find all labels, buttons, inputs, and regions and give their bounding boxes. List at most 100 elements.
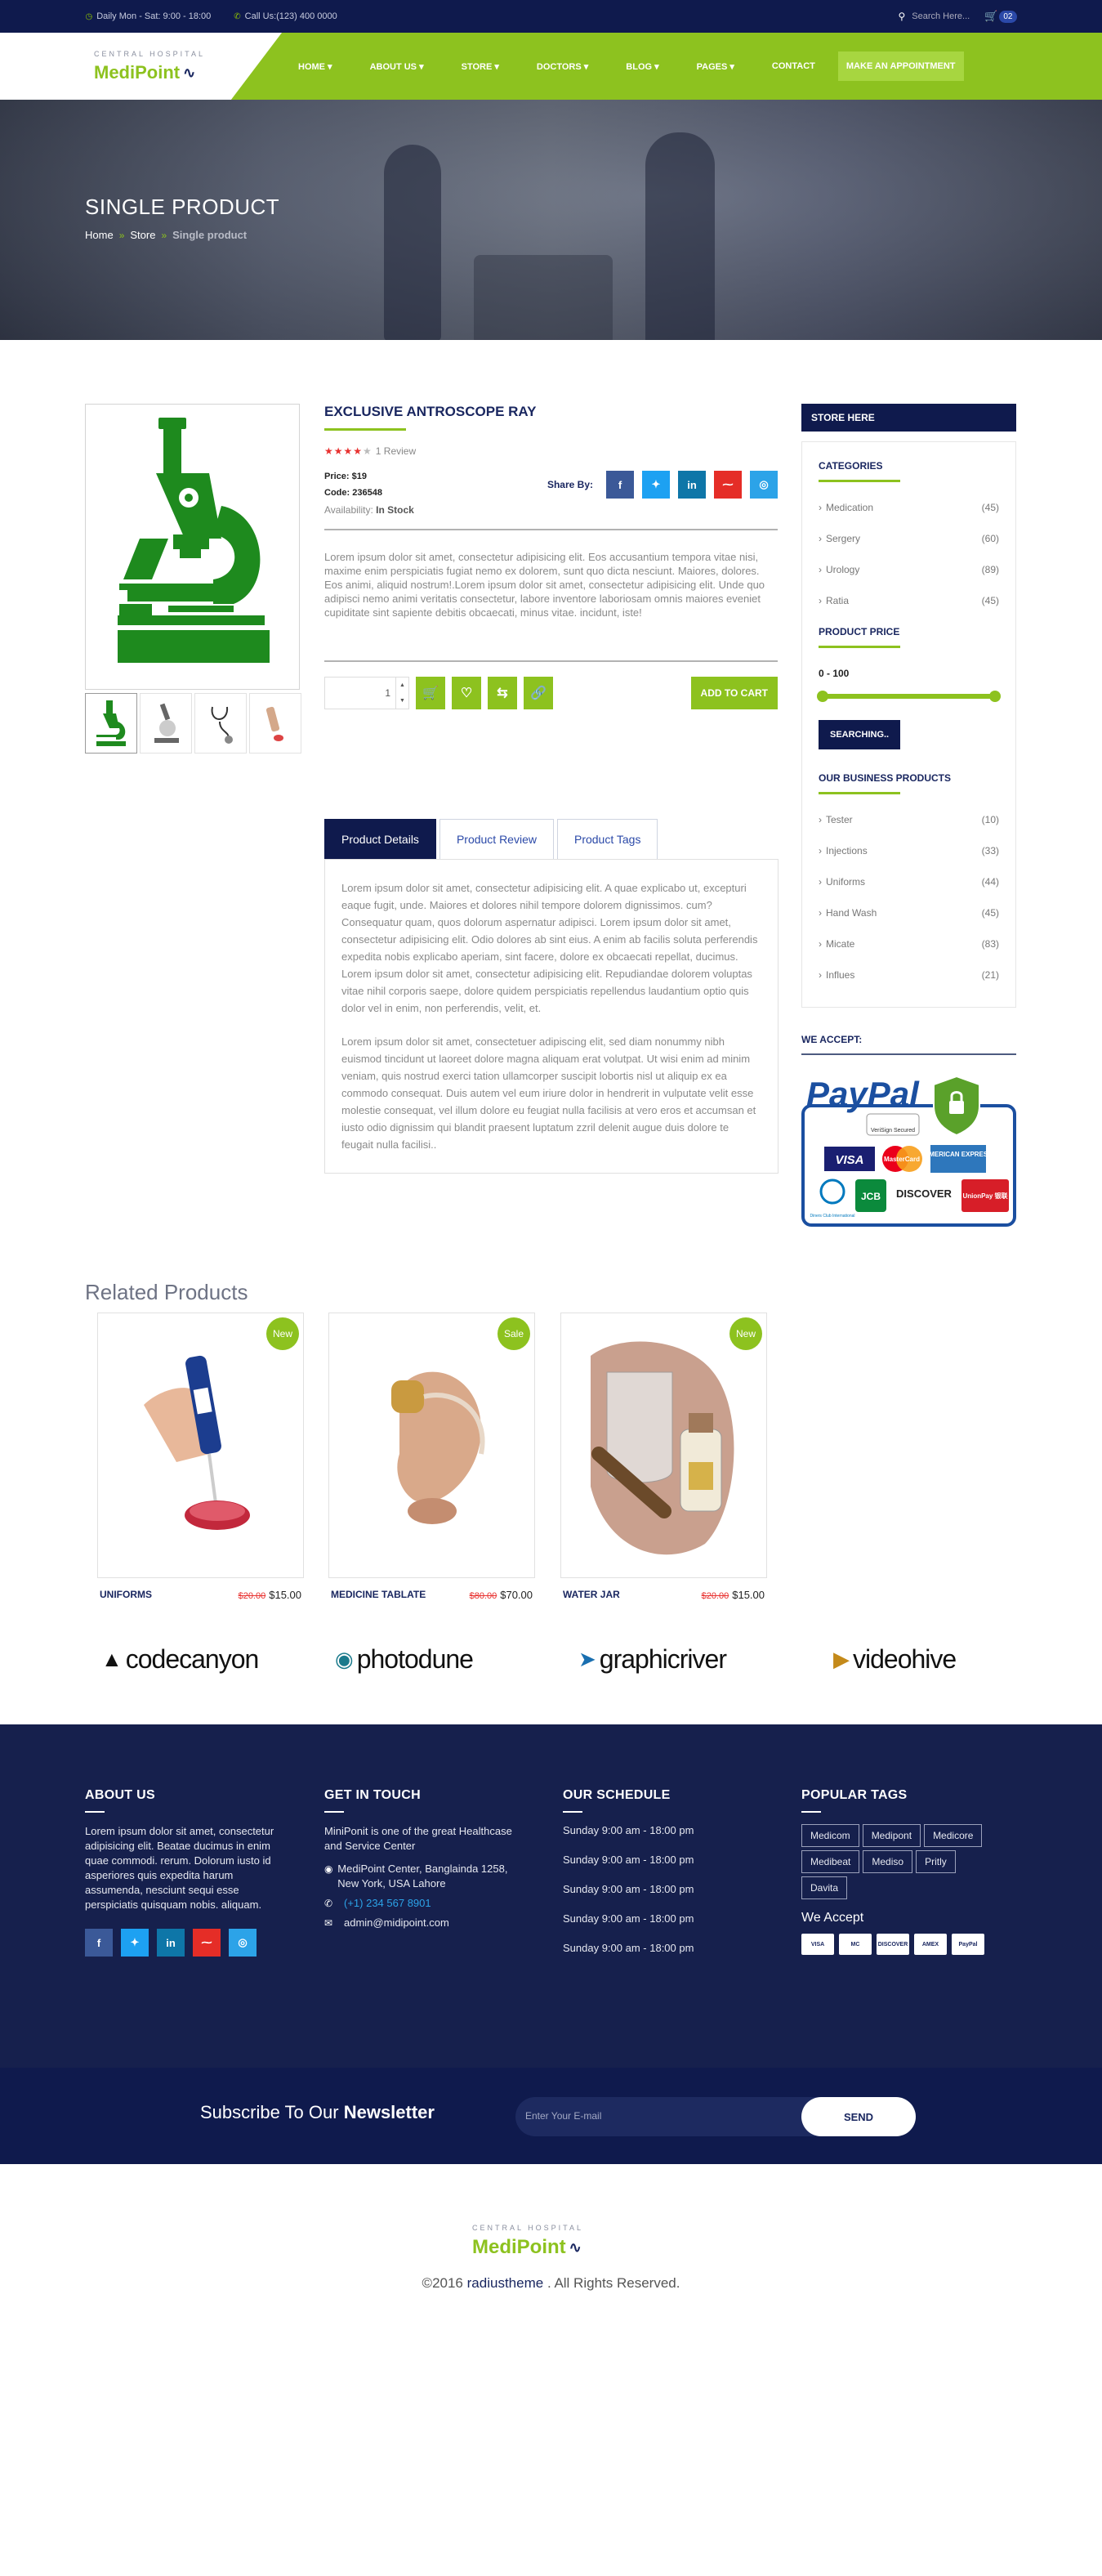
footer-address: MediPoint Center, Banglainda 1258, New Y… xyxy=(337,1863,508,1890)
category-item[interactable]: Urology(89) xyxy=(819,564,999,595)
phone-info: ✆ Call Us:(123) 400 0000 xyxy=(234,11,337,21)
twitter-icon[interactable]: ✦ xyxy=(121,1929,149,1957)
logo-tagline: CENTRAL HOSPITAL xyxy=(94,50,206,58)
link-icon[interactable]: 🔗 xyxy=(524,677,553,709)
slider-handle-min[interactable] xyxy=(817,691,828,702)
wishlist-heart-icon[interactable]: ♡ xyxy=(452,677,481,709)
product-name[interactable]: WATER JAR xyxy=(563,1589,620,1601)
cart-button[interactable]: 🛒 02 xyxy=(984,10,1017,23)
facebook-icon[interactable]: f xyxy=(606,471,634,499)
footer-contact: GET IN TOUCH MiniPonit is one of the gre… xyxy=(324,1788,529,1930)
related-title: Related Products xyxy=(85,1280,248,1304)
dribbble-icon[interactable]: ◎ xyxy=(750,471,778,499)
rss-icon[interactable]: ⁓ xyxy=(714,471,742,499)
tag-item[interactable]: Pritly xyxy=(916,1850,956,1873)
footer-logo[interactable]: MediPoint ∿ CENTRAL HOSPITAL xyxy=(472,2223,583,2258)
copyright-link[interactable]: radiustheme xyxy=(467,2275,544,2291)
thumbnail-stethoscope[interactable] xyxy=(194,693,247,754)
site-logo[interactable]: MediPoint ∿ CENTRAL HOSPITAL xyxy=(94,49,206,83)
breadcrumb: Home » Store » Single product xyxy=(85,229,247,241)
review-count[interactable]: 1 Review xyxy=(376,445,416,457)
price-slider[interactable] xyxy=(817,691,1001,702)
brand-videohive[interactable]: ▶ videohive xyxy=(833,1644,957,1675)
quantity-value[interactable]: 1 xyxy=(385,687,390,699)
nav-home[interactable]: HOME ▾ xyxy=(298,61,332,72)
tag-item[interactable]: Medibeat xyxy=(801,1850,860,1873)
nav-pages[interactable]: PAGES ▾ xyxy=(697,61,734,72)
send-button[interactable]: SEND xyxy=(801,2097,916,2136)
nav-blog[interactable]: BLOG ▾ xyxy=(626,61,658,72)
cart-icon[interactable]: 🛒 xyxy=(984,10,997,23)
appointment-button[interactable]: MAKE AN APPOINTMENT xyxy=(837,51,964,81)
slider-handle-max[interactable] xyxy=(989,691,1001,702)
tag-item[interactable]: Mediso xyxy=(863,1850,913,1873)
nav-doctors[interactable]: DOCTORS ▾ xyxy=(537,61,588,72)
increment-icon[interactable]: ▲ xyxy=(399,682,405,688)
footer-email[interactable]: admin@midipoint.com xyxy=(344,1916,449,1930)
product-name[interactable]: UNIFORMS xyxy=(100,1589,152,1601)
tag-item[interactable]: Medicom xyxy=(801,1824,859,1847)
breadcrumb-home[interactable]: Home xyxy=(85,229,114,241)
thumbnail-microscope[interactable] xyxy=(85,693,137,754)
product-image[interactable]: New xyxy=(97,1313,304,1578)
tag-item[interactable]: Medicore xyxy=(924,1824,983,1847)
search-button[interactable]: SEARCHING.. xyxy=(819,720,901,749)
main-header: MediPoint ∿ CENTRAL HOSPITAL HOME ▾ ABOUT… xyxy=(0,33,1102,100)
business-item[interactable]: Tester(10) xyxy=(819,814,999,845)
business-item[interactable]: Influes(21) xyxy=(819,969,999,1000)
microscope-thumb-icon xyxy=(154,703,179,743)
tag-item[interactable]: Davita xyxy=(801,1876,848,1899)
search-box[interactable]: ⚲ Search Here... xyxy=(898,11,970,22)
phone-text: Call Us:(123) 400 0000 xyxy=(244,11,337,21)
svg-text:VeriSign Secured: VeriSign Secured xyxy=(871,1128,915,1134)
pipette-image-icon xyxy=(143,1355,250,1530)
facebook-icon[interactable]: f xyxy=(85,1929,113,1957)
category-item[interactable]: Sergery(60) xyxy=(819,533,999,564)
newsletter-email-field[interactable]: Enter Your E-mail SEND xyxy=(515,2097,916,2136)
category-item[interactable]: Ratia(45) xyxy=(819,595,999,626)
twitter-icon[interactable]: ✦ xyxy=(642,471,670,499)
related-product-card[interactable]: New UNIFORMS $20.00 $15.00 xyxy=(97,1313,304,1601)
dribbble-icon[interactable]: ◎ xyxy=(229,1929,257,1957)
search-input[interactable]: Search Here... xyxy=(912,11,970,21)
quantity-stepper[interactable]: 1 ▲ ▼ xyxy=(324,677,409,709)
product-badge: New xyxy=(729,1317,762,1350)
decrement-icon[interactable]: ▼ xyxy=(399,698,405,704)
business-item[interactable]: Micate(83) xyxy=(819,938,999,969)
tab-product-details[interactable]: Product Details xyxy=(324,819,436,859)
product-image[interactable]: Sale xyxy=(328,1313,535,1578)
product-name[interactable]: MEDICINE TABLATE xyxy=(331,1589,426,1601)
email-input[interactable]: Enter Your E-mail xyxy=(525,2110,601,2122)
product-image[interactable]: New xyxy=(560,1313,767,1578)
cart-add-icon[interactable]: 🛒 xyxy=(416,677,445,709)
tab-product-tags[interactable]: Product Tags xyxy=(556,819,658,859)
search-icon[interactable]: ⚲ xyxy=(898,11,905,22)
business-item[interactable]: Hand Wash(45) xyxy=(819,907,999,938)
brand-graphicriver[interactable]: ➤ graphicriver xyxy=(578,1644,727,1675)
brand-codecanyon[interactable]: ▲ codecanyon xyxy=(101,1644,259,1675)
brand-photodune[interactable]: ◉ photodune xyxy=(335,1644,474,1675)
tab-product-review[interactable]: Product Review xyxy=(439,819,554,859)
footer-tags-title: POPULAR TAGS xyxy=(801,1788,908,1802)
phone-icon: ✆ xyxy=(324,1898,333,1909)
business-item[interactable]: Injections(33) xyxy=(819,845,999,876)
thumbnail-microscope-2[interactable] xyxy=(140,693,192,754)
tag-item[interactable]: Medipont xyxy=(862,1824,921,1847)
nav-about[interactable]: ABOUT US ▾ xyxy=(370,61,424,72)
product-main-image[interactable] xyxy=(85,404,300,690)
category-item[interactable]: Medication(45) xyxy=(819,502,999,533)
nav-store[interactable]: STORE ▾ xyxy=(462,61,499,72)
svg-text:AMERICAN EXPRESS: AMERICAN EXPRESS xyxy=(924,1151,993,1158)
business-item[interactable]: Uniforms(44) xyxy=(819,876,999,907)
add-to-cart-button[interactable]: ADD TO CART xyxy=(690,677,778,709)
nav-contact[interactable]: CONTACT xyxy=(772,61,815,71)
thumbnail-pipette[interactable] xyxy=(249,693,301,754)
compare-icon[interactable]: ⇆ xyxy=(488,677,517,709)
related-product-card[interactable]: Sale MEDICINE TABLATE $80.00 $70.00 xyxy=(328,1313,535,1601)
related-product-card[interactable]: New WATER JAR $20.00 $15.00 xyxy=(560,1313,767,1601)
rss-icon[interactable]: ⁓ xyxy=(193,1929,221,1957)
linkedin-icon[interactable]: in xyxy=(157,1929,185,1957)
linkedin-icon[interactable]: in xyxy=(678,471,706,499)
footer-phone[interactable]: (+1) 234 567 8901 xyxy=(344,1896,431,1911)
breadcrumb-store[interactable]: Store xyxy=(130,229,155,241)
